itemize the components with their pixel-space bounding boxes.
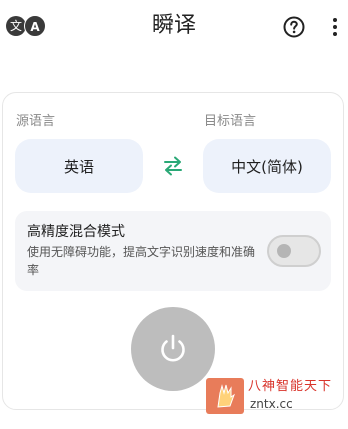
translation-card: 源语言 目标语言 英语 中文(简体) 高精度混合模式 使用无障碍功能，提高文字识… <box>2 92 344 410</box>
watermark-url: zntx.cc <box>250 397 293 411</box>
source-language-label: 英语 <box>63 157 94 176</box>
high-precision-mode-panel: 高精度混合模式 使用无障碍功能，提高文字识别速度和准确率 <box>15 211 331 291</box>
mode-description: 使用无障碍功能，提高文字识别速度和准确率 <box>27 245 256 277</box>
help-circle-icon[interactable] <box>283 16 305 38</box>
target-language-button[interactable]: 中文(简体) <box>203 139 331 193</box>
watermark: 八神智能天下 zntx.cc <box>206 377 342 415</box>
power-icon <box>161 334 185 362</box>
watermark-text: 八神智能天下 <box>248 379 333 394</box>
source-language-caption: 源语言 <box>16 114 56 129</box>
source-language-button[interactable]: 英语 <box>15 139 143 193</box>
high-precision-toggle[interactable] <box>267 235 321 267</box>
target-language-caption: 目标语言 <box>204 114 257 129</box>
more-vert-icon[interactable] <box>328 16 342 38</box>
toggle-knob <box>277 244 291 258</box>
mode-title: 高精度混合模式 <box>27 224 125 240</box>
swap-arrows-icon[interactable] <box>161 155 185 177</box>
power-button[interactable] <box>131 307 215 391</box>
target-language-label: 中文(简体) <box>231 157 303 176</box>
hand-icon <box>217 384 235 408</box>
app-header: 文 A 瞬译 <box>0 0 348 56</box>
watermark-logo <box>206 378 244 414</box>
